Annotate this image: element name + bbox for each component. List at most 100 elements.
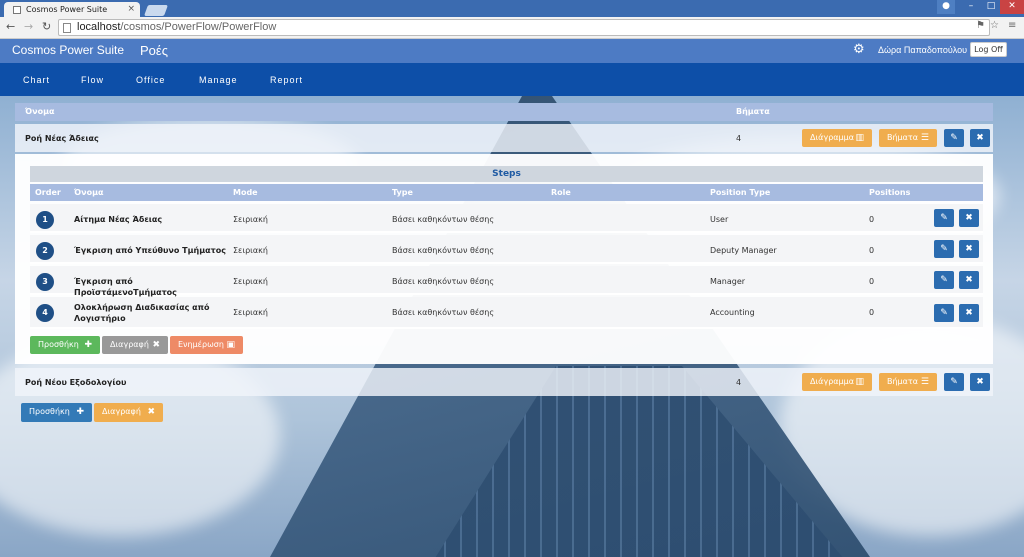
bookmark-star-icon[interactable]: ☆ <box>990 20 999 31</box>
col-steps-header[interactable]: Βήματα <box>736 107 770 116</box>
edit-icon[interactable]: ✎ <box>934 304 954 322</box>
menu-item-flow[interactable]: Flow <box>81 75 104 85</box>
add-flow-button[interactable]: Προσθήκη ✚ <box>21 403 92 422</box>
update-button[interactable]: Ενημέρωση ▣ <box>170 336 243 354</box>
steps-button[interactable]: Βήματα ☰ <box>879 373 937 391</box>
step-mode: Σειριακή <box>233 246 268 255</box>
plus-icon: ✚ <box>76 407 84 417</box>
delete-step-button[interactable]: Διαγραφή ✖ <box>102 336 168 354</box>
delete-icon[interactable]: ✖ <box>959 304 979 322</box>
brand-title[interactable]: Cosmos Power Suite <box>12 43 124 57</box>
step-position-type: User <box>710 215 729 224</box>
add-step-button[interactable]: Προσθήκη ✚ <box>30 336 100 354</box>
diagram-button-label: Διάγραμμα <box>810 377 854 386</box>
col-position-type[interactable]: Position Type <box>710 188 770 197</box>
steps-panel: Steps Order Όνομα Mode Type Role Positio… <box>15 154 993 364</box>
step-row[interactable]: 1 Αίτημα Νέας Άδειας Σειριακή Βάσει καθη… <box>30 204 983 233</box>
edit-icon[interactable]: ✎ <box>934 209 954 227</box>
step-type: Βάσει καθηκόντων θέσης <box>392 215 495 224</box>
steps-button[interactable]: Βήματα ☰ <box>879 129 937 147</box>
url-input[interactable]: localhost/cosmos/PowerFlow/PowerFlow <box>58 19 990 36</box>
menu-item-report[interactable]: Report <box>270 75 303 85</box>
menu-item-chart[interactable]: Chart <box>23 75 50 85</box>
step-positions: 0 <box>869 308 875 317</box>
step-mode: Σειριακή <box>233 308 268 317</box>
chart-icon: ▥ <box>855 377 864 387</box>
step-row[interactable]: 2 Έγκριση από Υπεύθυνο Τμήματος Σειριακή… <box>30 235 983 264</box>
col-positions[interactable]: Positions <box>869 188 910 197</box>
col-step-name[interactable]: Όνομα <box>74 188 103 197</box>
diagram-button[interactable]: Διάγραμμα ▥ <box>802 373 872 391</box>
step-name: Αίτημα Νέας Άδειας <box>74 215 163 224</box>
reload-icon[interactable]: ↻ <box>42 20 51 33</box>
browser-menu-icon[interactable]: ≡ <box>1008 20 1016 31</box>
new-tab-button[interactable] <box>143 5 169 16</box>
step-name: Έγκριση από Υπεύθυνο Τμήματος <box>74 246 226 255</box>
col-name-header[interactable]: Όνομα <box>25 107 54 116</box>
step-order-badge: 2 <box>36 242 54 260</box>
flow-row[interactable]: Ροή Νέας Άδειας 4 Διάγραμμα ▥ Βήματα ☰ ✎ ✖ <box>15 124 993 152</box>
diagram-button-label: Διάγραμμα <box>810 133 854 142</box>
page-icon <box>63 23 71 33</box>
close-icon: ✖ <box>152 340 160 350</box>
delete-icon[interactable]: ✖ <box>959 240 979 258</box>
page-favicon-icon <box>13 6 21 14</box>
username[interactable]: Δώρα Παπαδοπούλου <box>878 45 967 55</box>
flows-grid-header: Όνομα Βήματα <box>15 103 993 121</box>
delete-icon[interactable]: ✖ <box>959 209 979 227</box>
edit-icon[interactable]: ✎ <box>944 129 964 147</box>
edit-icon[interactable]: ✎ <box>944 373 964 391</box>
delete-icon[interactable]: ✖ <box>970 373 990 391</box>
plus-icon: ✚ <box>84 340 92 350</box>
delete-icon[interactable]: ✖ <box>959 271 979 289</box>
steps-title: Steps <box>30 166 983 182</box>
main-menu: Chart Flow Office Manage Report <box>0 63 1024 96</box>
col-type[interactable]: Type <box>392 188 413 197</box>
col-role[interactable]: Role <box>551 188 571 197</box>
step-type: Βάσει καθηκόντων θέσης <box>392 308 495 317</box>
chart-icon: ▥ <box>855 133 864 143</box>
edit-icon[interactable]: ✎ <box>934 240 954 258</box>
menu-item-office[interactable]: Office <box>136 75 165 85</box>
flow-row[interactable]: Ροή Νέου Εξοδολογίου 4 Διάγραμμα ▥ Βήματα… <box>15 368 993 396</box>
flow-name: Ροή Νέου Εξοδολογίου <box>25 378 127 387</box>
step-row[interactable]: 4 Ολοκλήρωση Διαδικασίας από Λογιστήριο … <box>30 297 983 329</box>
app-header: Cosmos Power Suite Ροές ⚙ Δώρα Παπαδοπού… <box>0 39 1024 63</box>
step-positions: 0 <box>869 246 875 255</box>
tab-title: Cosmos Power Suite <box>26 5 108 14</box>
step-position-type: Accounting <box>710 308 755 317</box>
col-mode[interactable]: Mode <box>233 188 258 197</box>
step-positions: 0 <box>869 215 875 224</box>
menu-item-manage[interactable]: Manage <box>199 75 238 85</box>
delete-flow-button[interactable]: Διαγραφή ✖ <box>94 403 163 422</box>
maximize-icon[interactable]: □ <box>980 0 1002 14</box>
step-type: Βάσει καθηκόντων θέσης <box>392 246 495 255</box>
edit-icon[interactable]: ✎ <box>934 271 954 289</box>
close-icon: ✖ <box>147 407 155 417</box>
delete-flow-label: Διαγραφή <box>102 407 141 416</box>
step-order-badge: 4 <box>36 304 54 322</box>
window-close-icon[interactable]: ✕ <box>1000 0 1024 14</box>
steps-button-label: Βήματα <box>887 377 919 386</box>
add-flow-label: Προσθήκη <box>29 407 70 416</box>
step-row[interactable]: 3 Έγκριση από ΠροϊστάμενοΤμήματος Σειρια… <box>30 266 983 297</box>
step-type: Βάσει καθηκόντων θέσης <box>392 277 495 286</box>
minimize-icon[interactable]: – <box>960 0 982 14</box>
list-icon: ☰ <box>920 377 929 387</box>
tab-close-icon[interactable]: × <box>127 4 135 14</box>
forward-icon[interactable]: → <box>24 20 33 33</box>
delete-step-label: Διαγραφή <box>110 340 149 349</box>
logoff-button[interactable]: Log Off <box>970 42 1007 57</box>
gear-icon[interactable]: ⚙ <box>853 42 865 57</box>
delete-icon[interactable]: ✖ <box>970 129 990 147</box>
back-icon[interactable]: ← <box>6 20 15 33</box>
diagram-button[interactable]: Διάγραμμα ▥ <box>802 129 872 147</box>
flow-name: Ροή Νέας Άδειας <box>25 134 99 143</box>
page-title: Ροές <box>140 43 168 58</box>
address-bar: ← → ↻ localhost/cosmos/PowerFlow/PowerFl… <box>0 17 1024 39</box>
translate-icon[interactable]: ⚑ <box>976 20 985 31</box>
col-order[interactable]: Order <box>35 188 61 197</box>
browser-tab[interactable]: Cosmos Power Suite × <box>4 2 140 17</box>
profile-icon[interactable]: ● <box>937 0 955 14</box>
step-order-badge: 1 <box>36 211 54 229</box>
